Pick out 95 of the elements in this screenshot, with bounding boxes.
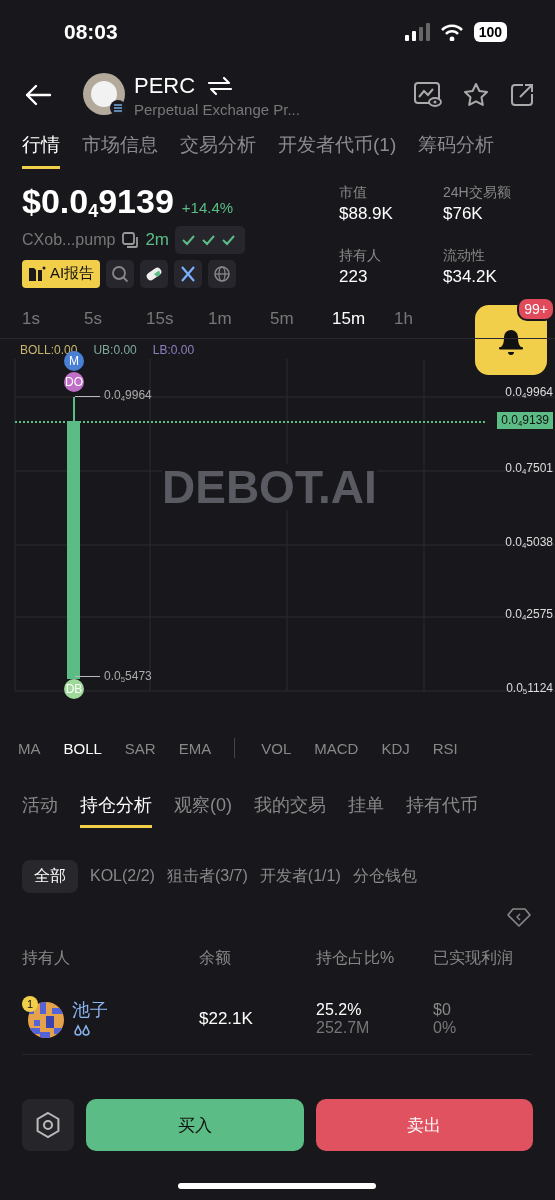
book-icon	[28, 265, 46, 282]
price-value: $0.0$_{4}$9139	[22, 182, 174, 222]
star-icon[interactable]	[463, 82, 489, 108]
wifi-icon	[439, 23, 464, 41]
tab[interactable]: 交易分析	[180, 126, 256, 169]
column-header: 持仓占比%	[316, 947, 396, 968]
axis-label: 0.0$_{4}$2575	[505, 607, 553, 622]
buy-button[interactable]: 买入	[86, 1099, 304, 1151]
notification-badge: 99+	[517, 297, 555, 321]
legend-text: UB:0.00	[93, 343, 137, 357]
low-price-label: 0.0$_{5}$5473	[104, 669, 152, 684]
timeframe-tab[interactable]: 15m	[322, 309, 384, 329]
tab[interactable]: 持有代币	[406, 787, 478, 828]
tab[interactable]: 持仓分析	[80, 787, 152, 828]
search-icon[interactable]	[106, 259, 135, 288]
sell-button[interactable]: 卖出	[315, 1099, 533, 1151]
trade-marker: DB	[64, 679, 84, 699]
chart-watermark: DEBOT.AI	[162, 464, 377, 510]
indicator-tab[interactable]: EMA	[178, 739, 212, 757]
column-header: 余额	[199, 947, 232, 968]
indicator-tab[interactable]: RSI	[432, 739, 458, 757]
indicator-tab[interactable]: SAR	[124, 739, 156, 757]
axis-label: 0.0$_{4}$7501	[505, 461, 553, 476]
timeframe-tab[interactable]: 1h	[384, 309, 446, 329]
stat-value: 223	[339, 267, 369, 287]
stat-label: 24H交易额	[443, 184, 512, 202]
axis-label: 0.0$_{5}$1124	[506, 681, 553, 696]
filter-chip[interactable]: 分仓钱包	[352, 859, 417, 893]
axis-label: 0.0$_{4}$5038	[505, 535, 553, 550]
back-icon[interactable]	[24, 84, 52, 106]
checks-icon	[175, 225, 245, 254]
holder-name[interactable]: 池子	[72, 997, 108, 1022]
tab[interactable]: 行情	[22, 126, 60, 169]
legend-text: LB:0.00	[152, 343, 195, 357]
token-name: Perpetual Exchange Pr...	[134, 100, 301, 118]
profit-value: $0	[433, 1000, 452, 1019]
rank-badge: 1	[22, 995, 38, 1012]
balance-value: $22.1K	[199, 1008, 254, 1029]
indicator-tab[interactable]: MA	[18, 739, 41, 757]
indicator-tab[interactable]: VOL	[261, 739, 292, 757]
indicator-tab[interactable]: BOLL	[63, 739, 102, 757]
battery-icon: 100	[473, 22, 507, 42]
ai-report-button[interactable]: AI报告	[22, 259, 101, 288]
share-percent: 25.2%	[316, 1000, 363, 1019]
filter-chip[interactable]: 全部	[22, 859, 78, 893]
clock-time: 08:03	[64, 20, 118, 44]
high-price-label: 0.0$_{4}$9964	[104, 388, 152, 403]
swap-icon[interactable]	[207, 75, 234, 96]
stat-label: 流动性	[443, 247, 486, 265]
token-amount: 252.7M	[316, 1018, 371, 1037]
indicator-tab[interactable]: MACD	[314, 739, 359, 757]
timeframe-tab[interactable]: 1s	[12, 309, 74, 329]
filter-chip[interactable]: KOL(2/2)	[90, 861, 155, 891]
tab[interactable]: 筹码分析	[418, 126, 495, 169]
pill-icon[interactable]	[140, 259, 169, 288]
globe-icon[interactable]	[208, 259, 237, 288]
chart-eye-icon[interactable]	[413, 81, 443, 109]
settings-icon[interactable]	[22, 1099, 74, 1151]
diamond-icon[interactable]	[507, 907, 531, 927]
trade-marker: DO	[64, 372, 84, 392]
x-logo-icon[interactable]	[174, 259, 203, 288]
timeframe-tab[interactable]: 5s	[74, 309, 136, 329]
share-icon[interactable]	[509, 82, 535, 108]
column-header: 持有人	[22, 947, 71, 968]
profit-percent: 0%	[433, 1018, 458, 1037]
avatar-icon	[28, 1001, 64, 1038]
leader-line	[75, 676, 100, 677]
signal-icon	[403, 23, 430, 41]
tab[interactable]: 挂单	[348, 787, 384, 828]
copy-icon[interactable]	[121, 230, 140, 249]
leader-line	[75, 396, 100, 397]
stat-value: $76K	[443, 204, 484, 224]
tab[interactable]: 我的交易	[254, 787, 326, 828]
contract-address: CXob...pump	[22, 230, 116, 249]
stat-label: 持有人	[339, 247, 382, 265]
stat-value: $88.9K	[339, 204, 394, 224]
tab[interactable]: 市场信息	[82, 126, 158, 169]
column-header: 已实现利润	[433, 947, 514, 968]
token-age: 2m	[145, 229, 169, 250]
price-change: +14.4%	[181, 199, 234, 216]
tab[interactable]: 活动	[22, 787, 58, 828]
axis-label: 0.0$_{4}$9964	[505, 385, 553, 400]
current-price-tag: 0.0$_{4}$9139	[497, 412, 553, 429]
filter-chip[interactable]: 狙击者(3/7)	[166, 859, 248, 893]
timeframe-tab[interactable]: 1m	[198, 309, 260, 329]
indicator-tab[interactable]: KDJ	[381, 739, 410, 757]
token-symbol: PERC	[134, 72, 196, 99]
filter-chip[interactable]: 开发者(1/1)	[259, 859, 341, 893]
tab[interactable]: 开发者代币(1)	[278, 126, 397, 169]
tab[interactable]: 观察(0)	[174, 787, 232, 828]
timeframe-tab[interactable]: 15s	[136, 309, 198, 329]
coin-icon	[82, 72, 128, 118]
stat-value: $34.2K	[443, 267, 498, 287]
timeframe-tab[interactable]: 5m	[260, 309, 322, 329]
stat-label: 市值	[339, 184, 368, 202]
